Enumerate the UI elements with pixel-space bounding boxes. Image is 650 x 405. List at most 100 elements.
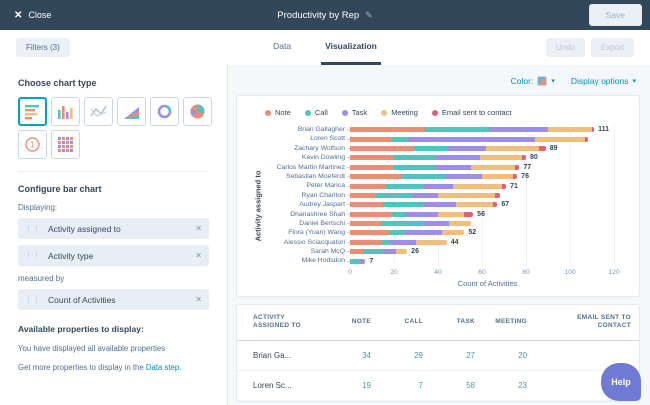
measure-pill-count-of-activities[interactable]: ⋮⋮ Count of Activities ✕ — [18, 289, 209, 310]
color-dropdown[interactable]: Color: ▾ — [511, 76, 555, 86]
bar-segment-note[interactable] — [350, 230, 390, 236]
bar-segment-call[interactable] — [391, 136, 408, 142]
dimension-pill-activity-assigned-to[interactable]: ⋮⋮ Activity assigned to ✕ — [18, 218, 209, 239]
bar-segment-task[interactable] — [382, 249, 397, 255]
bar-segment-call[interactable] — [383, 202, 423, 208]
remove-icon[interactable]: ✕ — [195, 224, 202, 233]
bar-segment-task[interactable] — [446, 145, 487, 151]
bar-segment-email-sent-to-contact[interactable] — [514, 164, 520, 170]
chart-type-table[interactable] — [51, 130, 80, 159]
bar-segment-email-sent-to-contact[interactable] — [585, 136, 588, 142]
bar-segment-note[interactable] — [350, 221, 381, 227]
bar-segment-task[interactable] — [422, 183, 454, 189]
table-cell-value[interactable]: 19 — [327, 372, 379, 399]
chart-type-donut[interactable] — [150, 97, 179, 126]
bar-segment-task[interactable] — [422, 221, 449, 227]
bar-segment-task[interactable] — [407, 136, 535, 142]
bar-segment-call[interactable] — [385, 183, 423, 189]
legend-item[interactable]: Email sent to contact — [431, 108, 512, 117]
bar-segment-note[interactable] — [350, 249, 364, 255]
bar-segment-call[interactable] — [389, 230, 403, 236]
bar-segment-note[interactable] — [350, 127, 425, 133]
dimension-pill-activity-type[interactable]: ⋮⋮ Activity type ✕ — [18, 245, 209, 266]
bar-segment-task[interactable] — [435, 164, 471, 170]
bar-segment-call[interactable] — [424, 127, 489, 133]
bar-segment-call[interactable] — [394, 155, 436, 161]
bar-segment-meeting[interactable] — [437, 192, 496, 198]
bar-segment-meeting[interactable] — [437, 211, 465, 217]
data-step-link[interactable]: Data step. — [146, 363, 182, 372]
bar-segment-email-sent-to-contact[interactable] — [492, 202, 498, 208]
bar-segment-call[interactable] — [380, 221, 423, 227]
legend-item[interactable]: Note — [265, 108, 291, 117]
bar-segment-task[interactable] — [435, 155, 480, 161]
table-cell-value[interactable]: 29 — [379, 342, 431, 369]
chart-type-summary[interactable]: 1 — [18, 130, 47, 159]
table-cell-value[interactable]: 34 — [327, 342, 379, 369]
bar-segment-task[interactable] — [444, 174, 482, 180]
bar-segment-call[interactable] — [376, 192, 412, 198]
bar-segment-call[interactable] — [380, 239, 390, 245]
help-button[interactable]: Help — [601, 363, 641, 401]
bar-segment-note[interactable] — [350, 211, 392, 217]
save-button[interactable]: Save — [588, 4, 642, 26]
bar-segment-call[interactable] — [394, 164, 436, 170]
bar-segment-email-sent-to-contact[interactable] — [521, 155, 526, 161]
bar-segment-meeting[interactable] — [448, 221, 471, 227]
bar-segment-call[interactable] — [413, 145, 447, 151]
bar-segment-task[interactable] — [402, 230, 443, 236]
bar-segment-meeting[interactable] — [481, 174, 513, 180]
bar-segment-note[interactable] — [350, 145, 414, 151]
bar-segment-note[interactable] — [350, 164, 394, 170]
legend-item[interactable]: Meeting — [381, 108, 418, 117]
bar-segment-meeting[interactable] — [486, 145, 540, 151]
bar-segment-call[interactable] — [400, 174, 445, 180]
bar-segment-meeting[interactable] — [415, 239, 447, 245]
drag-handle-icon[interactable]: ⋮⋮ — [25, 252, 41, 260]
bar-segment-task[interactable] — [422, 202, 456, 208]
bar-segment-note[interactable] — [350, 202, 383, 208]
bar-segment-task[interactable] — [358, 258, 366, 264]
chart-type-column[interactable] — [51, 97, 80, 126]
bar-segment-note[interactable] — [350, 183, 386, 189]
bar-segment-call[interactable] — [350, 258, 359, 264]
bar-segment-meeting[interactable] — [442, 230, 465, 236]
bar-segment-task[interactable] — [411, 192, 438, 198]
legend-item[interactable]: Call — [304, 108, 328, 117]
remove-icon[interactable]: ✕ — [195, 295, 202, 304]
table-cell-value[interactable]: 20 — [483, 342, 535, 369]
export-button[interactable]: Export — [590, 38, 634, 57]
bar-segment-note[interactable] — [350, 192, 377, 198]
legend-item[interactable]: Task — [341, 108, 367, 117]
undo-button[interactable]: Undo — [545, 38, 585, 57]
table-cell-value[interactable]: 23 — [483, 372, 535, 399]
bar-segment-call[interactable] — [363, 249, 383, 255]
bar-segment-task[interactable] — [488, 127, 548, 133]
table-cell-value[interactable]: 58 — [431, 372, 483, 399]
bar-segment-email-sent-to-contact[interactable] — [501, 183, 507, 189]
tab-visualization[interactable]: Visualization — [321, 30, 381, 65]
bar-segment-note[interactable] — [350, 239, 381, 245]
chart-type-horizontal-bar[interactable] — [18, 97, 47, 126]
bar-segment-email-sent-to-contact[interactable] — [539, 145, 546, 151]
display-options-dropdown[interactable]: Display options ▾ — [571, 76, 636, 86]
filters-button[interactable]: Filters (3) — [16, 38, 70, 57]
close-button[interactable]: ✕ Close — [8, 6, 57, 25]
bar-segment-note[interactable] — [350, 174, 401, 180]
bar-segment-email-sent-to-contact[interactable] — [591, 127, 595, 133]
drag-handle-icon[interactable]: ⋮⋮ — [25, 296, 41, 304]
chart-type-pie[interactable] — [183, 97, 212, 126]
bar-segment-email-sent-to-contact[interactable] — [464, 211, 474, 217]
chart-type-area[interactable] — [117, 97, 146, 126]
bar-segment-meeting[interactable] — [455, 202, 493, 208]
bar-segment-email-sent-to-contact[interactable] — [512, 174, 518, 180]
bar-segment-meeting[interactable] — [534, 136, 586, 142]
remove-icon[interactable]: ✕ — [195, 251, 202, 260]
bar-segment-task[interactable] — [404, 211, 438, 217]
bar-segment-meeting[interactable] — [453, 183, 502, 189]
bar-segment-meeting[interactable] — [547, 127, 592, 133]
bar-segment-call[interactable] — [391, 211, 405, 217]
bar-segment-task[interactable] — [389, 239, 416, 245]
chart-type-line[interactable] — [84, 97, 113, 126]
table-cell-value[interactable]: 7 — [379, 372, 431, 399]
